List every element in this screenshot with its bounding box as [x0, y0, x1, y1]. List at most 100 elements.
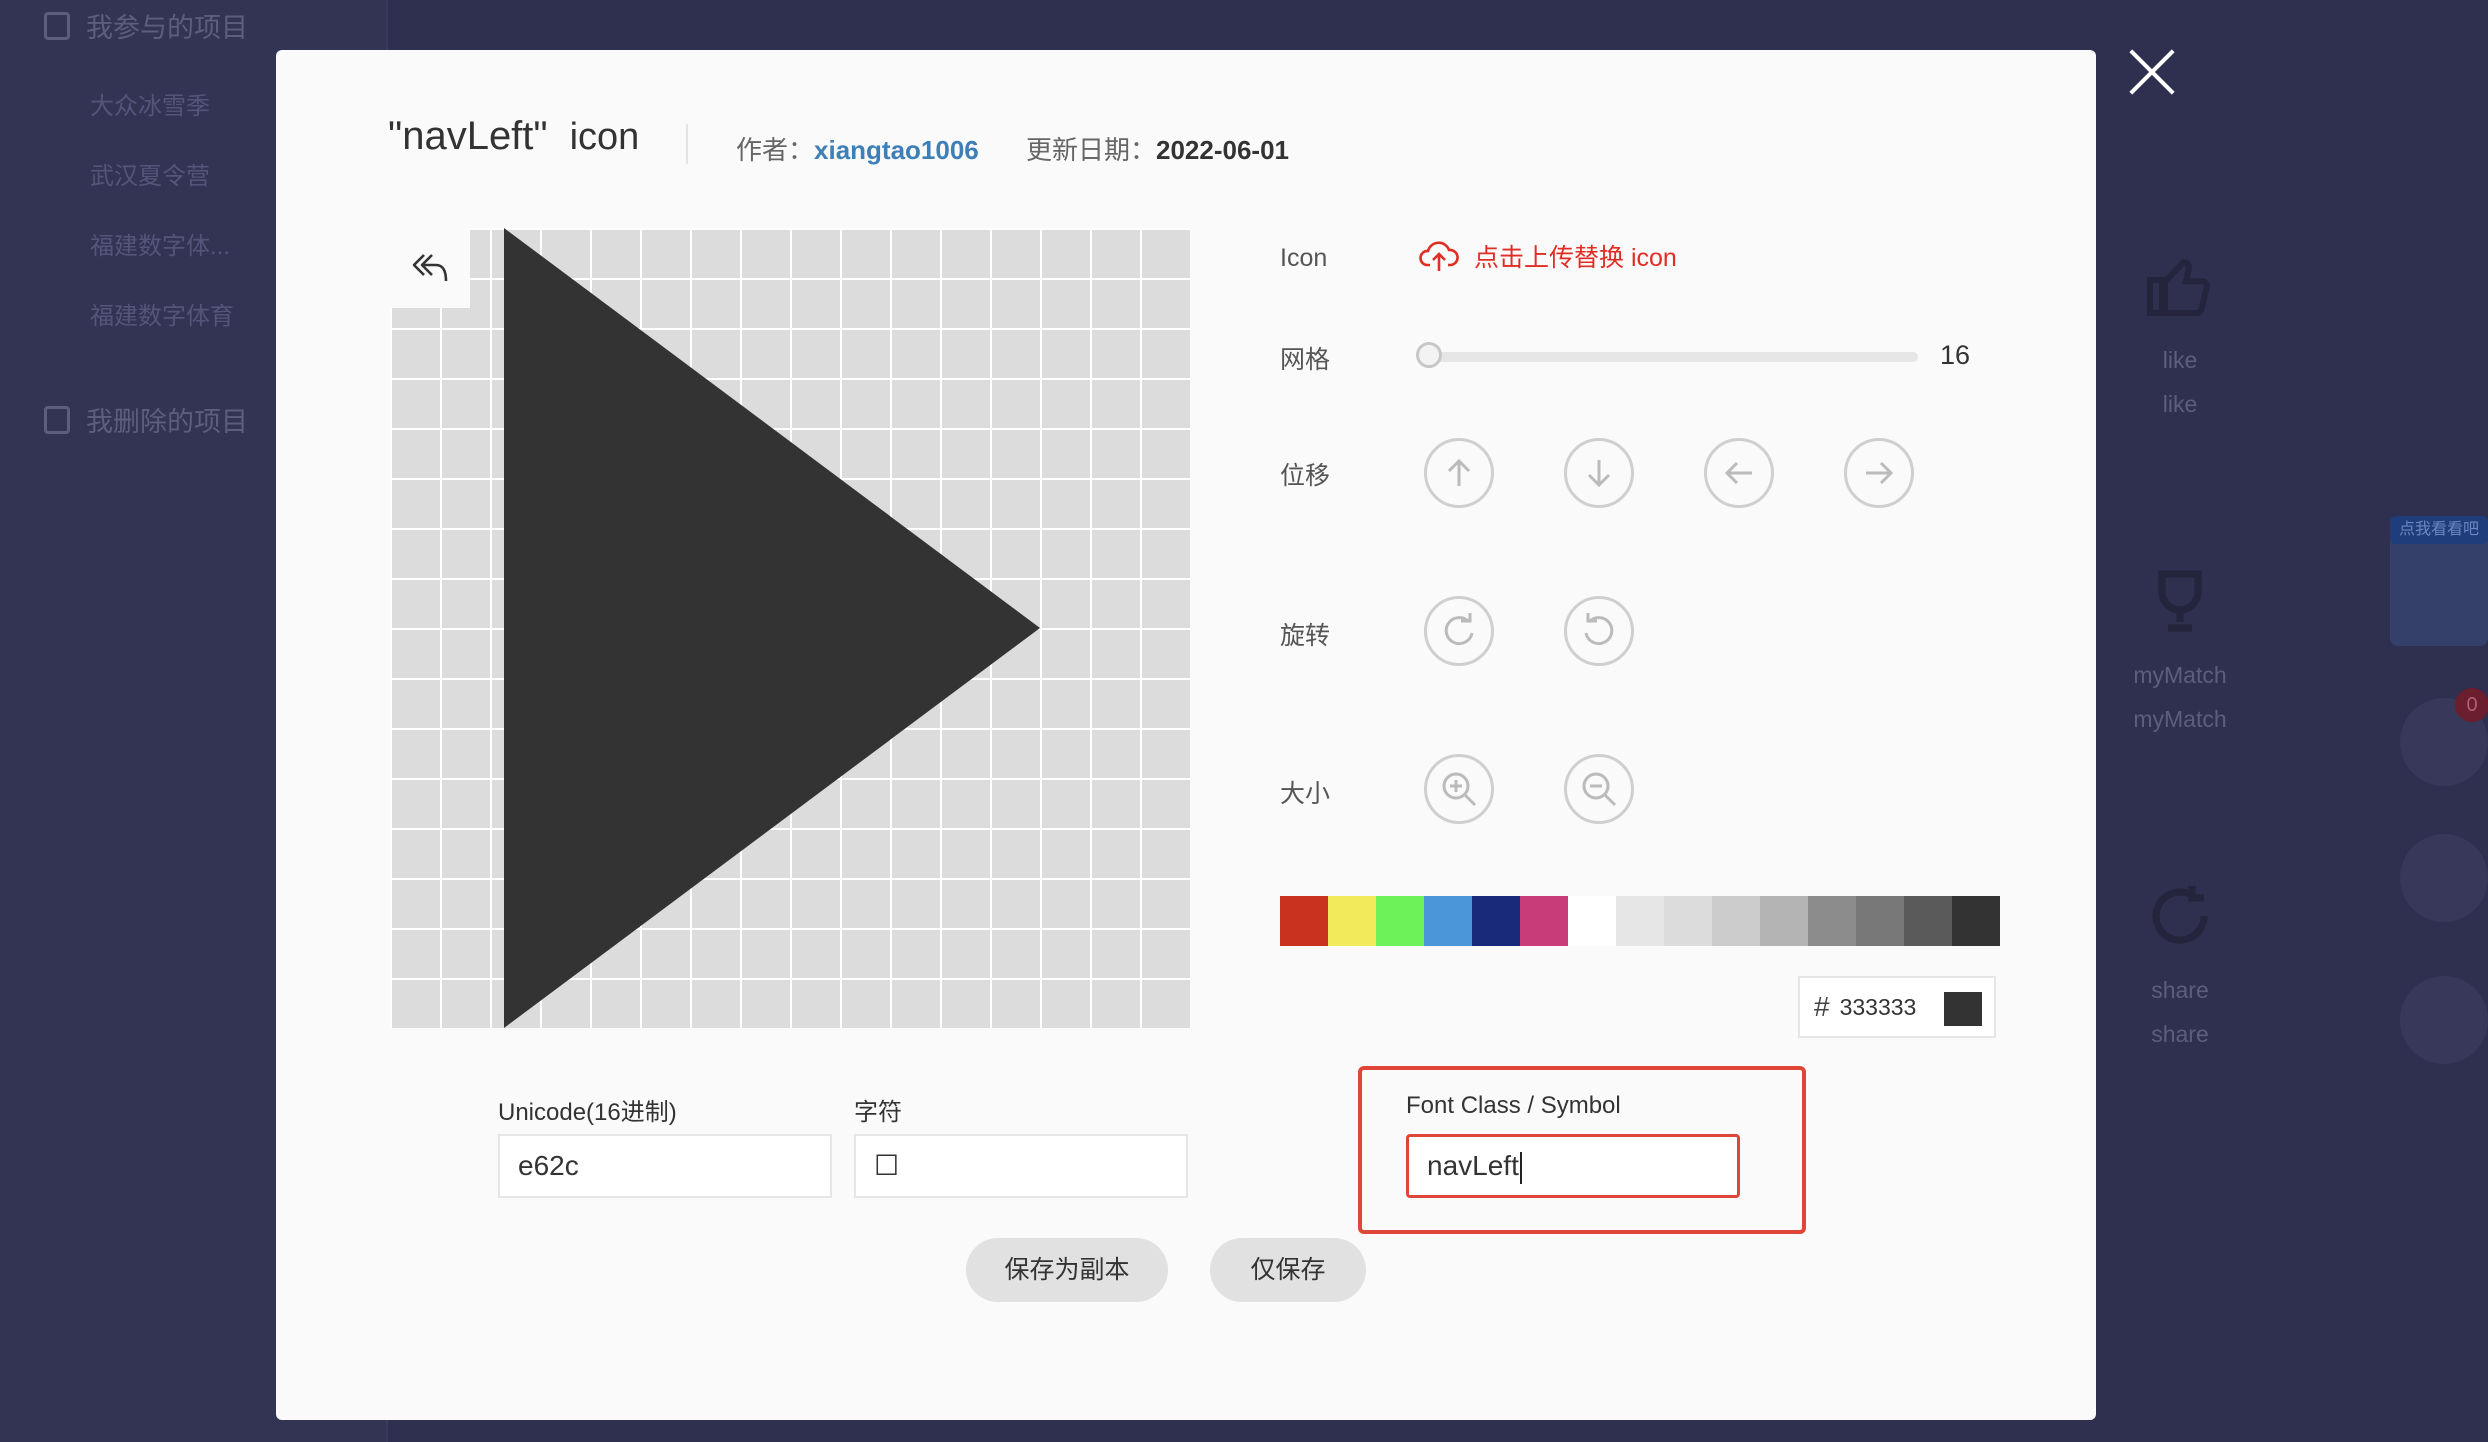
color-swatch[interactable]	[1472, 896, 1520, 946]
color-hex-input[interactable]: # 333333	[1798, 976, 1996, 1038]
upload-replace-link[interactable]: 点击上传替换 icon	[1418, 238, 1677, 274]
rotate-label: 旋转	[1280, 622, 1331, 650]
move-up-button[interactable]	[1424, 438, 1494, 508]
font-class-label: Font Class / Symbol	[1406, 1092, 1621, 1119]
like-label-1: like	[2162, 347, 2198, 373]
like-label-2: like	[2162, 391, 2198, 417]
share-label-1: share	[2151, 977, 2209, 1003]
grid-value: 16	[1940, 340, 1971, 370]
mymatch-label-1: myMatch	[2133, 662, 2227, 688]
hex-value: 333333	[1839, 993, 1917, 1020]
zoom-in-icon	[1442, 772, 1477, 807]
color-swatch[interactable]	[1952, 896, 2000, 946]
upload-text: 点击上传替换 icon	[1474, 244, 1677, 272]
font-class-input[interactable]: navLeft	[1406, 1134, 1740, 1198]
char-label: 字符	[854, 1099, 902, 1126]
author-info: 作者：xiangtao1006	[736, 130, 979, 167]
title-suffix: icon	[569, 116, 640, 158]
sidebar-item[interactable]: 武汉夏令营	[90, 156, 210, 191]
author-link[interactable]: xiangtao1006	[814, 135, 979, 165]
color-swatch[interactable]	[1808, 896, 1856, 946]
color-swatch[interactable]	[1568, 896, 1616, 946]
move-right-button[interactable]	[1844, 438, 1914, 508]
icon-preview	[504, 228, 1040, 1028]
arrow-left-icon	[1724, 461, 1752, 485]
text-caret	[1519, 1151, 1522, 1184]
modal-title: "navLeft" icon	[388, 114, 639, 159]
zoom-out-icon	[1582, 772, 1617, 807]
icon-edit-modal: "navLeft" icon 作者：xiangtao1006 更新日期：2022-…	[276, 50, 2096, 1420]
promo-widget[interactable]: 点我看看吧	[2390, 516, 2488, 646]
color-swatch[interactable]	[1904, 896, 1952, 946]
arrow-up-icon	[1447, 458, 1471, 486]
back-to-top-button[interactable]	[2400, 976, 2488, 1064]
grid-label: 网格	[1280, 346, 1331, 374]
hash-symbol: #	[1814, 991, 1830, 1022]
background-actions: like like myMatch myMatch share share	[2100, 0, 2260, 1442]
sidebar-section-label: 我删除的项目	[86, 407, 248, 437]
trophy-icon	[2100, 565, 2260, 653]
unicode-input[interactable]: e62c	[498, 1134, 832, 1198]
color-swatch[interactable]	[1712, 896, 1760, 946]
mymatch-label-2: myMatch	[2133, 706, 2227, 732]
color-palette	[1280, 896, 2000, 946]
font-class-value: navLeft	[1427, 1150, 1519, 1181]
move-label: 位移	[1280, 462, 1331, 490]
move-left-button[interactable]	[1704, 438, 1774, 508]
date-label: 更新日期：	[1026, 135, 1157, 165]
date-info: 更新日期：2022-06-01	[1026, 130, 1289, 167]
promo-tag: 点我看看吧	[2390, 516, 2488, 544]
update-date: 2022-06-01	[1156, 135, 1290, 165]
color-swatch[interactable]	[1760, 896, 1808, 946]
close-modal-button[interactable]	[2126, 46, 2178, 98]
chat-float-button[interactable]	[2400, 834, 2488, 922]
icon-grid-canvas[interactable]	[390, 228, 1190, 1028]
rotate-ccw-icon	[1584, 613, 1614, 646]
zoom-out-button[interactable]	[1564, 754, 1634, 824]
color-swatch[interactable]	[1664, 896, 1712, 946]
grid-slider[interactable]	[1416, 342, 1918, 368]
arrow-right-icon	[1866, 461, 1894, 485]
color-swatch[interactable]	[1424, 896, 1472, 946]
sidebar-item[interactable]: 福建数字体育	[90, 296, 234, 331]
cloud-upload-icon	[1419, 241, 1459, 271]
arrow-down-icon	[1587, 460, 1611, 488]
share-icon	[2100, 880, 2260, 968]
like-action[interactable]: like like	[2100, 250, 2260, 426]
undo-icon	[412, 254, 448, 282]
sidebar-section-participated[interactable]: 我参与的项目	[44, 6, 248, 45]
save-only-button[interactable]: 仅保存	[1210, 1238, 1366, 1302]
author-label: 作者：	[736, 135, 815, 165]
color-swatch[interactable]	[1520, 896, 1568, 946]
rotate-counterclockwise-button[interactable]	[1564, 596, 1634, 666]
trash-list-icon	[44, 405, 70, 434]
icon-label: Icon	[1280, 244, 1328, 272]
sidebar-item[interactable]: 大众冰雪季	[90, 86, 210, 121]
triangle-shape	[504, 228, 1040, 1028]
sidebar-item[interactable]: 福建数字体...	[90, 226, 230, 261]
rotate-cw-icon	[1444, 613, 1474, 646]
char-input[interactable]: ☐	[854, 1134, 1188, 1198]
thumbs-up-icon	[2100, 250, 2260, 338]
sidebar-section-label: 我参与的项目	[86, 13, 248, 43]
icon-name: "navLeft"	[388, 114, 548, 158]
project-list-icon	[44, 11, 70, 40]
zoom-in-button[interactable]	[1424, 754, 1494, 824]
unicode-label: Unicode(16进制)	[498, 1099, 677, 1126]
color-swatch[interactable]	[1856, 896, 1904, 946]
undo-button[interactable]	[390, 228, 470, 308]
color-swatch[interactable]	[1328, 896, 1376, 946]
color-swatch[interactable]	[1376, 896, 1424, 946]
share-label-2: share	[2151, 1021, 2209, 1047]
save-as-copy-button[interactable]: 保存为副本	[966, 1238, 1168, 1302]
color-swatch[interactable]	[1616, 896, 1664, 946]
slider-knob[interactable]	[1416, 342, 1442, 368]
move-down-button[interactable]	[1564, 438, 1634, 508]
color-swatch[interactable]	[1280, 896, 1328, 946]
rotate-clockwise-button[interactable]	[1424, 596, 1494, 666]
size-label: 大小	[1280, 780, 1331, 808]
mymatch-action[interactable]: myMatch myMatch	[2100, 565, 2260, 741]
sidebar-section-deleted[interactable]: 我删除的项目	[44, 400, 248, 439]
share-action[interactable]: share share	[2100, 880, 2260, 1056]
cart-badge: 0	[2455, 688, 2488, 722]
